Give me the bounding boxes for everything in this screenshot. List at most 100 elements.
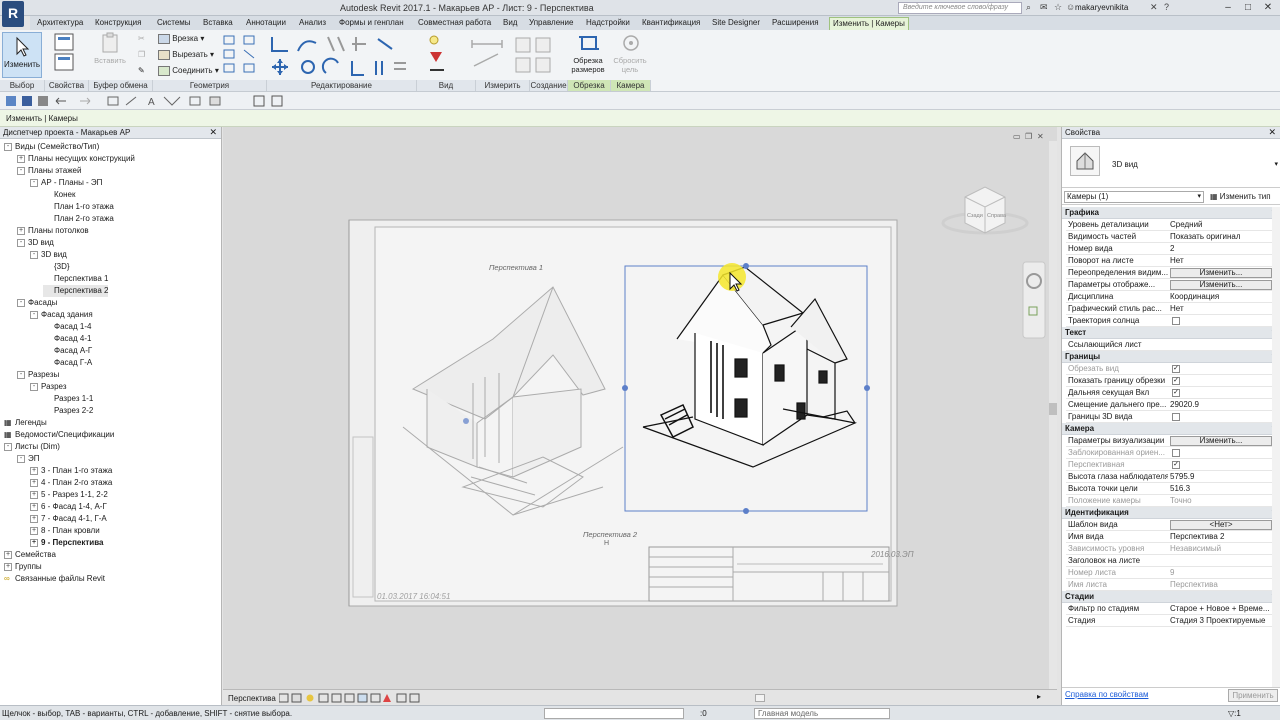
property-value[interactable]: 2 (1170, 243, 1274, 254)
join-button[interactable]: Соединить ▾ (158, 66, 219, 76)
help-icon[interactable]: ? (1164, 2, 1169, 12)
tree-node[interactable]: - Разрез (30, 381, 67, 393)
navigation-bar[interactable] (1022, 261, 1046, 339)
match-properties-icon[interactable]: ✎ (138, 66, 145, 75)
collapse-icon[interactable]: - (17, 454, 25, 463)
view-cube[interactable]: Сзади Справа (941, 186, 1029, 235)
tab-6[interactable]: Формы и генплан (336, 17, 407, 30)
tab-0[interactable]: Архитектура (34, 17, 86, 30)
workset-select[interactable] (544, 708, 684, 719)
cut-geometry-button[interactable]: Врезка ▾ (158, 34, 204, 44)
property-group[interactable]: Камера⌃ (1062, 423, 1280, 435)
crop-view-button[interactable]: Обрезка размеров (568, 32, 610, 74)
crop-handle-top[interactable] (743, 263, 749, 269)
property-value[interactable]: 29020.9 (1170, 399, 1274, 410)
collapse-icon[interactable]: - (30, 382, 38, 391)
maximize-button[interactable]: □ (1238, 1, 1258, 15)
property-value[interactable]: Координация (1170, 291, 1274, 302)
tree-node[interactable]: +6 - Фасад 1-4, А-Г (30, 501, 107, 513)
scroll-right-arrow[interactable]: ▸ (1037, 692, 1041, 701)
edit-tools-icon[interactable] (268, 33, 410, 79)
tree-node[interactable]: План 1-го этажа (43, 201, 114, 213)
property-edit-button[interactable]: Изменить... (1170, 280, 1272, 290)
tree-node[interactable]: Фасад Г-А (43, 357, 92, 369)
tree-node[interactable]: - Планы этажей (17, 165, 81, 177)
property-edit-button[interactable]: Изменить... (1170, 436, 1272, 446)
tab-11[interactable]: Квантификация (639, 17, 703, 30)
properties-help-link[interactable]: Справка по свойствам (1065, 690, 1148, 699)
property-value[interactable]: Старое + Новое + Време... (1170, 603, 1274, 614)
property-value[interactable]: Стадия 3 Проектируемые (1170, 615, 1274, 626)
collapse-icon[interactable]: - (17, 166, 25, 175)
collapse-icon[interactable]: - (30, 178, 38, 187)
tree-node[interactable]: Фасад 1-4 (43, 321, 91, 333)
property-value[interactable]: 5795.9 (1170, 471, 1274, 482)
property-checkbox[interactable] (1172, 413, 1180, 421)
tree-node[interactable]: +5 - Разрез 1-1, 2-2 (30, 489, 108, 501)
copy-icon[interactable]: ❐ (138, 50, 145, 59)
star-icon[interactable]: ☆ (1054, 2, 1062, 13)
expand-icon[interactable]: + (17, 154, 25, 163)
expand-icon[interactable]: + (30, 490, 38, 499)
drawing-view[interactable]: 2016.03.ЭП 01.03.2017 16:04:51 Перспекти… (223, 127, 1057, 705)
tree-node[interactable]: Разрез 2-2 (43, 405, 93, 417)
tab-13[interactable]: Расширения (769, 17, 822, 30)
collapse-icon[interactable]: - (17, 238, 25, 247)
sheet-canvas[interactable]: 2016.03.ЭП 01.03.2017 16:04:51 Перспекти… (223, 127, 1057, 691)
tab-4[interactable]: Аннотации (243, 17, 289, 30)
collapse-icon[interactable]: - (30, 250, 38, 259)
exchange-icon[interactable]: ✕ (1150, 2, 1158, 13)
property-value[interactable]: Нет (1170, 303, 1274, 314)
expand-icon[interactable]: + (30, 526, 38, 535)
tree-node[interactable]: ∞ Связанные файлы Revit (4, 573, 105, 585)
modify-button[interactable]: Изменить (2, 32, 42, 78)
tab-12[interactable]: Site Designer (709, 17, 763, 30)
expand-icon[interactable]: + (30, 538, 38, 547)
cut-clipboard-icon[interactable]: ✂ (138, 34, 145, 43)
minimize-button[interactable]: – (1218, 1, 1238, 15)
collapse-icon[interactable]: - (4, 142, 12, 151)
tab-3[interactable]: Вставка (200, 17, 236, 30)
expand-icon[interactable]: + (30, 502, 38, 511)
tree-node[interactable]: +3 - План 1-го этажа (30, 465, 112, 477)
property-group[interactable]: Текст⌃ (1062, 327, 1280, 339)
instance-filter-select[interactable]: Камеры (1) ▾ (1064, 191, 1204, 203)
property-edit-button[interactable]: <Нет> (1170, 520, 1272, 530)
tree-node[interactable]: + Планы потолков (17, 225, 89, 237)
crop-handle-bottom[interactable] (743, 508, 749, 514)
tree-node[interactable]: Конек (43, 189, 75, 201)
horizontal-scroll-thumb[interactable] (755, 694, 765, 702)
geometry-tools-icon[interactable] (222, 34, 260, 76)
view-minimize-icon[interactable]: ▭ (1013, 132, 1021, 141)
tree-node[interactable]: +9 - Перспектива (30, 537, 103, 549)
viewport-handle[interactable] (463, 418, 469, 424)
tree-node[interactable]: - Листы (Dim) (4, 441, 60, 453)
tab-7[interactable]: Совместная работа (415, 17, 494, 30)
chevron-down-icon[interactable]: ▾ (1274, 160, 1278, 168)
type-properties-button[interactable] (50, 32, 78, 74)
tree-node[interactable]: + Группы (4, 561, 42, 573)
filter-count[interactable]: ▽:1 (1228, 709, 1241, 718)
expand-icon[interactable]: + (17, 226, 25, 235)
quick-access-icons[interactable]: A (4, 95, 294, 107)
tab-14[interactable]: Изменить | Камеры (829, 17, 909, 30)
property-checkbox[interactable]: ✓ (1172, 377, 1180, 385)
expand-icon[interactable]: + (30, 514, 38, 523)
apply-button[interactable]: Применить (1228, 689, 1278, 702)
tab-2[interactable]: Системы (154, 17, 194, 30)
binoculars-icon[interactable]: ⌕ (1026, 2, 1031, 13)
tree-node[interactable]: - Виды (Семейство/Тип) (4, 141, 99, 153)
tree-node[interactable]: - Фасады (17, 297, 57, 309)
tree-node[interactable]: Перспектива 2 (43, 285, 109, 297)
type-selector[interactable]: 3D вид ▾ (1062, 140, 1280, 188)
tree-node[interactable]: + Планы несущих конструкций (17, 153, 135, 165)
expand-icon[interactable]: + (30, 478, 38, 487)
search-input[interactable]: Введите ключевое слово/фразу (898, 2, 1022, 14)
property-value[interactable]: Средний (1170, 219, 1274, 230)
tree-node[interactable]: Перспектива 1 (43, 273, 108, 285)
view-restore-icon[interactable]: ❐ (1025, 132, 1032, 141)
vertical-scroll-thumb[interactable] (1049, 403, 1057, 415)
tree-node[interactable]: - ЭП (17, 453, 40, 465)
paste-button[interactable]: Вставить (90, 32, 130, 65)
crop-handle-right[interactable] (864, 385, 870, 391)
